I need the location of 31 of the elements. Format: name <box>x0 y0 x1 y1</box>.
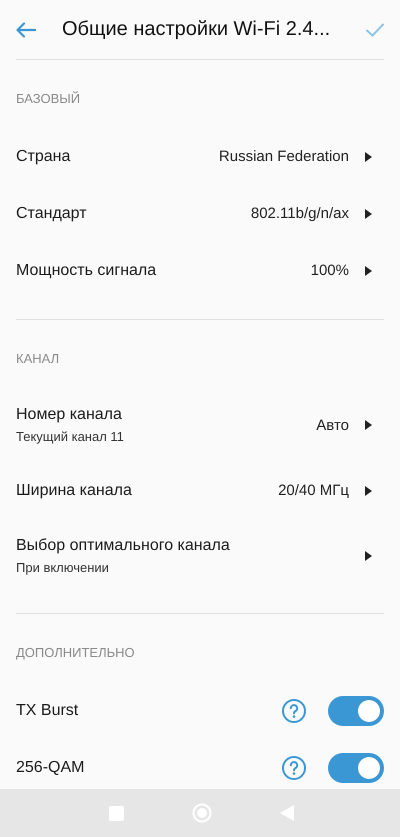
setting-value[interactable]: 20/40 МГц <box>278 482 349 499</box>
setting-label: Мощность сигнала <box>16 262 156 280</box>
setting-hint: При включении <box>16 560 109 575</box>
caret-icon[interactable] <box>365 152 372 162</box>
setting-value[interactable]: Авто <box>316 416 349 434</box>
caret-icon[interactable] <box>365 486 372 496</box>
setting-label: Ширина канала <box>16 482 132 500</box>
caret-icon[interactable] <box>365 208 372 218</box>
setting-label: Выбор оптимального канала <box>16 537 230 555</box>
setting-label: Страна <box>16 148 70 166</box>
caret-icon[interactable] <box>365 551 372 561</box>
section-title: ДОПОЛНИТЕЛЬНО <box>16 644 135 662</box>
setting-hint: Текущий канал 11 <box>16 429 124 444</box>
setting-value[interactable]: 802.11b/g/n/ax <box>250 205 349 222</box>
section-title: КАНАЛ <box>16 350 60 368</box>
back-icon[interactable] <box>16 22 36 38</box>
setting-value[interactable]: Russian Federation <box>218 148 349 165</box>
help-icon[interactable] <box>282 756 306 780</box>
caret-icon[interactable] <box>365 420 372 430</box>
toggle-switch[interactable] <box>328 752 384 782</box>
help-icon[interactable] <box>282 698 306 722</box>
setting-label: TX Burst <box>16 702 78 720</box>
setting-value[interactable]: 100% <box>310 262 349 279</box>
caret-icon[interactable] <box>365 266 372 276</box>
setting-label: Стандарт <box>16 204 87 222</box>
screen-title: Общие настройки Wi-Fi 2.4... <box>62 18 332 41</box>
setting-label: 256-QAM <box>16 758 84 776</box>
toggle-switch[interactable] <box>328 696 384 726</box>
section-title: БАЗОВЫЙ <box>16 90 80 108</box>
setting-label: Номер канала <box>16 406 122 424</box>
confirm-icon[interactable] <box>366 22 384 36</box>
